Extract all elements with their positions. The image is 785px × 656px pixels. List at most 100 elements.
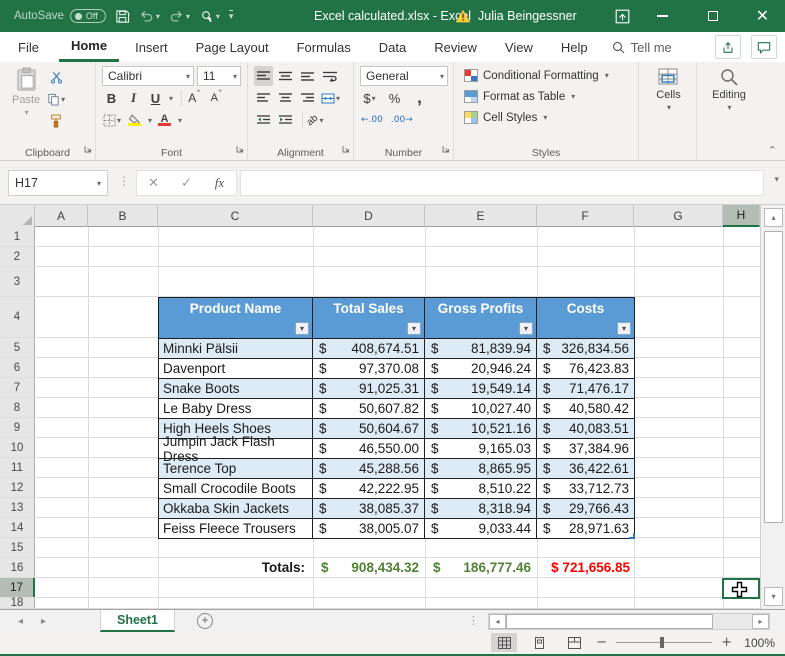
- row-header-15[interactable]: 15: [0, 538, 35, 557]
- grow-font-button[interactable]: Aˆ: [185, 88, 204, 108]
- cell-total-sales[interactable]: $38,005.07: [313, 519, 425, 538]
- increase-decimal-button[interactable]: ←.00: [360, 110, 384, 130]
- cell-gross-profits[interactable]: $10,027.40: [425, 399, 537, 418]
- save-button[interactable]: [115, 9, 130, 24]
- align-left-button[interactable]: [254, 88, 273, 108]
- scroll-down-button[interactable]: ▾: [764, 587, 783, 606]
- totals-label[interactable]: Totals:: [158, 558, 313, 578]
- page-layout-view-button[interactable]: [526, 633, 552, 652]
- row-header-7[interactable]: 7: [0, 378, 35, 397]
- comments-button[interactable]: [751, 35, 777, 59]
- cell-styles-button[interactable]: Cell Styles ▾: [464, 107, 634, 128]
- align-center-button[interactable]: [276, 88, 295, 108]
- font-dialog-launcher[interactable]: [236, 140, 244, 158]
- table-resize-handle[interactable]: [629, 533, 635, 539]
- cell-costs[interactable]: $37,384.96: [537, 439, 634, 458]
- merge-center-button[interactable]: ▾: [320, 88, 341, 108]
- zoom-out-button[interactable]: −: [596, 635, 607, 650]
- wrap-text-button[interactable]: [320, 66, 339, 86]
- table-row[interactable]: Terence Top $45,288.56 $8,865.95 $36,422…: [159, 458, 634, 478]
- tab-review[interactable]: Review: [422, 32, 489, 62]
- table-row[interactable]: Snake Boots $91,025.31 $19,549.14 $71,47…: [159, 378, 634, 398]
- cell-gross-profits[interactable]: $9,165.03: [425, 439, 537, 458]
- row-header-9[interactable]: 9: [0, 418, 35, 437]
- tab-data[interactable]: Data: [367, 32, 418, 62]
- totals-costs[interactable]: $ 721,656.85: [537, 558, 634, 578]
- table-row[interactable]: Jumpin Jack Flash Dress $46,550.00 $9,16…: [159, 434, 634, 464]
- tab-home[interactable]: Home: [58, 32, 120, 62]
- orientation-button[interactable]: ab ▾: [305, 110, 325, 130]
- row-header-4[interactable]: 4: [0, 297, 35, 337]
- italic-button[interactable]: I: [124, 88, 143, 108]
- page-break-preview-button[interactable]: [561, 633, 587, 652]
- tab-scroll-splitter[interactable]: ⋮: [468, 614, 479, 627]
- cell-gross-profits[interactable]: $10,521.16: [425, 419, 537, 438]
- align-right-button[interactable]: [298, 88, 317, 108]
- name-box[interactable]: H17 ▾: [8, 170, 108, 196]
- format-painter-button[interactable]: [46, 111, 66, 131]
- horizontal-scroll-track[interactable]: [713, 614, 752, 629]
- align-bottom-button[interactable]: [298, 66, 317, 86]
- filter-button-gross-profits[interactable]: ▾: [519, 322, 533, 335]
- cell-product-name[interactable]: Le Baby Dress: [159, 399, 313, 418]
- row-header-17-selected[interactable]: 17: [0, 578, 35, 597]
- normal-view-button[interactable]: [491, 633, 518, 652]
- format-as-table-button[interactable]: Format as Table ▾: [464, 86, 634, 107]
- formula-bar-splitter[interactable]: ⋮: [118, 174, 130, 188]
- collapse-ribbon-button[interactable]: ⌃: [768, 144, 777, 157]
- clipboard-dialog-launcher[interactable]: [84, 140, 92, 158]
- table-header-product-name[interactable]: Product Name ▾: [159, 298, 313, 338]
- row-header-16[interactable]: 16: [0, 558, 35, 577]
- conditional-formatting-button[interactable]: Conditional Formatting ▾: [464, 65, 634, 86]
- zoom-level[interactable]: 100%: [741, 636, 775, 650]
- cell-product-name[interactable]: Jumpin Jack Flash Dress: [159, 434, 313, 464]
- underline-button[interactable]: U: [146, 88, 165, 108]
- vertical-scroll-thumb[interactable]: [764, 231, 783, 523]
- zoom-slider-thumb[interactable]: [660, 637, 665, 648]
- cell-total-sales[interactable]: $50,607.82: [313, 399, 425, 418]
- redo-button[interactable]: ▾: [169, 10, 190, 23]
- column-header-h-selected[interactable]: H: [723, 205, 760, 227]
- minimize-button[interactable]: [640, 0, 685, 32]
- undo-button[interactable]: ▾: [139, 10, 160, 23]
- scroll-left-button[interactable]: ◂: [489, 614, 506, 629]
- cells-button[interactable]: Cells ▾: [650, 65, 686, 114]
- ribbon-display-options-button[interactable]: [607, 0, 637, 32]
- cell-costs[interactable]: $33,712.73: [537, 479, 634, 498]
- selected-cell-h17[interactable]: [722, 578, 760, 599]
- filter-button-costs[interactable]: ▾: [617, 322, 631, 335]
- sheet-nav-right-icon[interactable]: ▸: [41, 616, 46, 627]
- select-all-corner[interactable]: [0, 205, 35, 227]
- cell-gross-profits[interactable]: $19,549.14: [425, 379, 537, 398]
- scroll-up-button[interactable]: ▴: [764, 208, 783, 227]
- cell-costs[interactable]: $326,834.56: [537, 339, 634, 358]
- autosave-toggle[interactable]: AutoSave Off: [14, 9, 106, 23]
- cell-costs[interactable]: $29,766.43: [537, 499, 634, 518]
- cell-total-sales[interactable]: $97,370.08: [313, 359, 425, 378]
- tab-page-layout[interactable]: Page Layout: [184, 32, 281, 62]
- cell-total-sales[interactable]: $46,550.00: [313, 439, 425, 458]
- cell-gross-profits[interactable]: $8,510.22: [425, 479, 537, 498]
- grid-row[interactable]: 2: [0, 247, 760, 267]
- cell-total-sales[interactable]: $50,604.67: [313, 419, 425, 438]
- tab-insert[interactable]: Insert: [123, 32, 180, 62]
- cell-product-name[interactable]: Feiss Fleece Trousers: [159, 519, 313, 538]
- decrease-decimal-button[interactable]: .00→: [390, 110, 414, 130]
- grid-row[interactable]: 1: [0, 227, 760, 247]
- new-sheet-button[interactable]: +: [197, 613, 213, 629]
- row-header-11[interactable]: 11: [0, 458, 35, 477]
- cell-product-name[interactable]: Terence Top: [159, 459, 313, 478]
- cancel-button[interactable]: ✕: [137, 176, 170, 191]
- copy-button[interactable]: ▾: [46, 89, 66, 109]
- column-header-d[interactable]: D: [313, 205, 425, 227]
- font-name-select[interactable]: Calibri ▾: [102, 66, 194, 86]
- alignment-dialog-launcher[interactable]: [342, 140, 350, 158]
- cell-total-sales[interactable]: $408,674.51: [313, 339, 425, 358]
- font-color-dropdown-icon[interactable]: ▾: [178, 116, 182, 125]
- cell-costs[interactable]: $76,423.83: [537, 359, 634, 378]
- fill-color-dropdown-icon[interactable]: ▾: [148, 116, 152, 125]
- tab-formulas[interactable]: Formulas: [285, 32, 363, 62]
- row-header-14[interactable]: 14: [0, 518, 35, 537]
- tab-file[interactable]: File: [2, 32, 55, 62]
- column-header-c[interactable]: C: [158, 205, 313, 227]
